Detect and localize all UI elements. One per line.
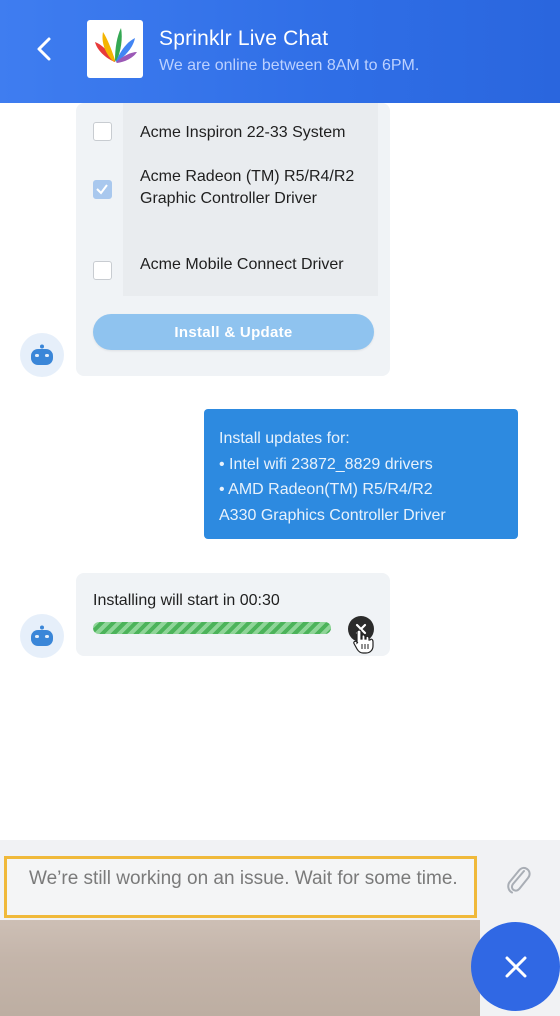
user-message-bubble: Install updates for: • Intel wifi 23872_… <box>204 409 518 539</box>
bot-avatar <box>20 614 64 658</box>
close-chat-button[interactable] <box>471 922 560 1011</box>
user-message-line: A330 Graphics Controller Driver <box>219 506 446 524</box>
progress-card <box>76 573 390 656</box>
driver-checkbox-2[interactable] <box>93 180 112 199</box>
chat-header: Sprinklr Live Chat We are online between… <box>0 0 560 103</box>
close-icon <box>505 956 526 977</box>
bot-avatar <box>20 333 64 377</box>
hand-cursor-icon <box>352 628 374 659</box>
driver-checkbox-1[interactable] <box>93 122 112 141</box>
driver-label-3: Acme Mobile Connect Driver <box>140 256 344 273</box>
driver-label-1: Acme Inspiron 22-33 System <box>140 124 346 141</box>
paperclip-icon[interactable] <box>504 862 532 896</box>
chat-subtitle: We are online between 8AM to 6PM. <box>159 57 420 74</box>
chat-title: Sprinklr Live Chat <box>159 27 329 50</box>
user-message-line: Install updates for: <box>219 430 350 447</box>
user-message-line: • Intel wifi 23872_8829 drivers <box>219 455 433 473</box>
progress-text: Installing will start in 00:30 <box>93 592 280 609</box>
user-message-line: • AMD Radeon(TM) R5/R4/R2 <box>219 481 433 498</box>
driver-label-2: Acme Radeon (TM) R5/R4/R2 Graphic Contro… <box>140 168 355 207</box>
driver-checkbox-3[interactable] <box>93 261 112 280</box>
back-arrow-icon[interactable] <box>30 34 60 64</box>
sprinklr-logo <box>87 20 143 78</box>
message-input[interactable]: We’re still working on an issue. Wait fo… <box>4 856 477 918</box>
bot-icon <box>31 625 53 646</box>
progress-bar <box>93 622 331 634</box>
bot-icon <box>31 344 53 365</box>
install-update-button[interactable]: Install & Update <box>93 314 374 350</box>
